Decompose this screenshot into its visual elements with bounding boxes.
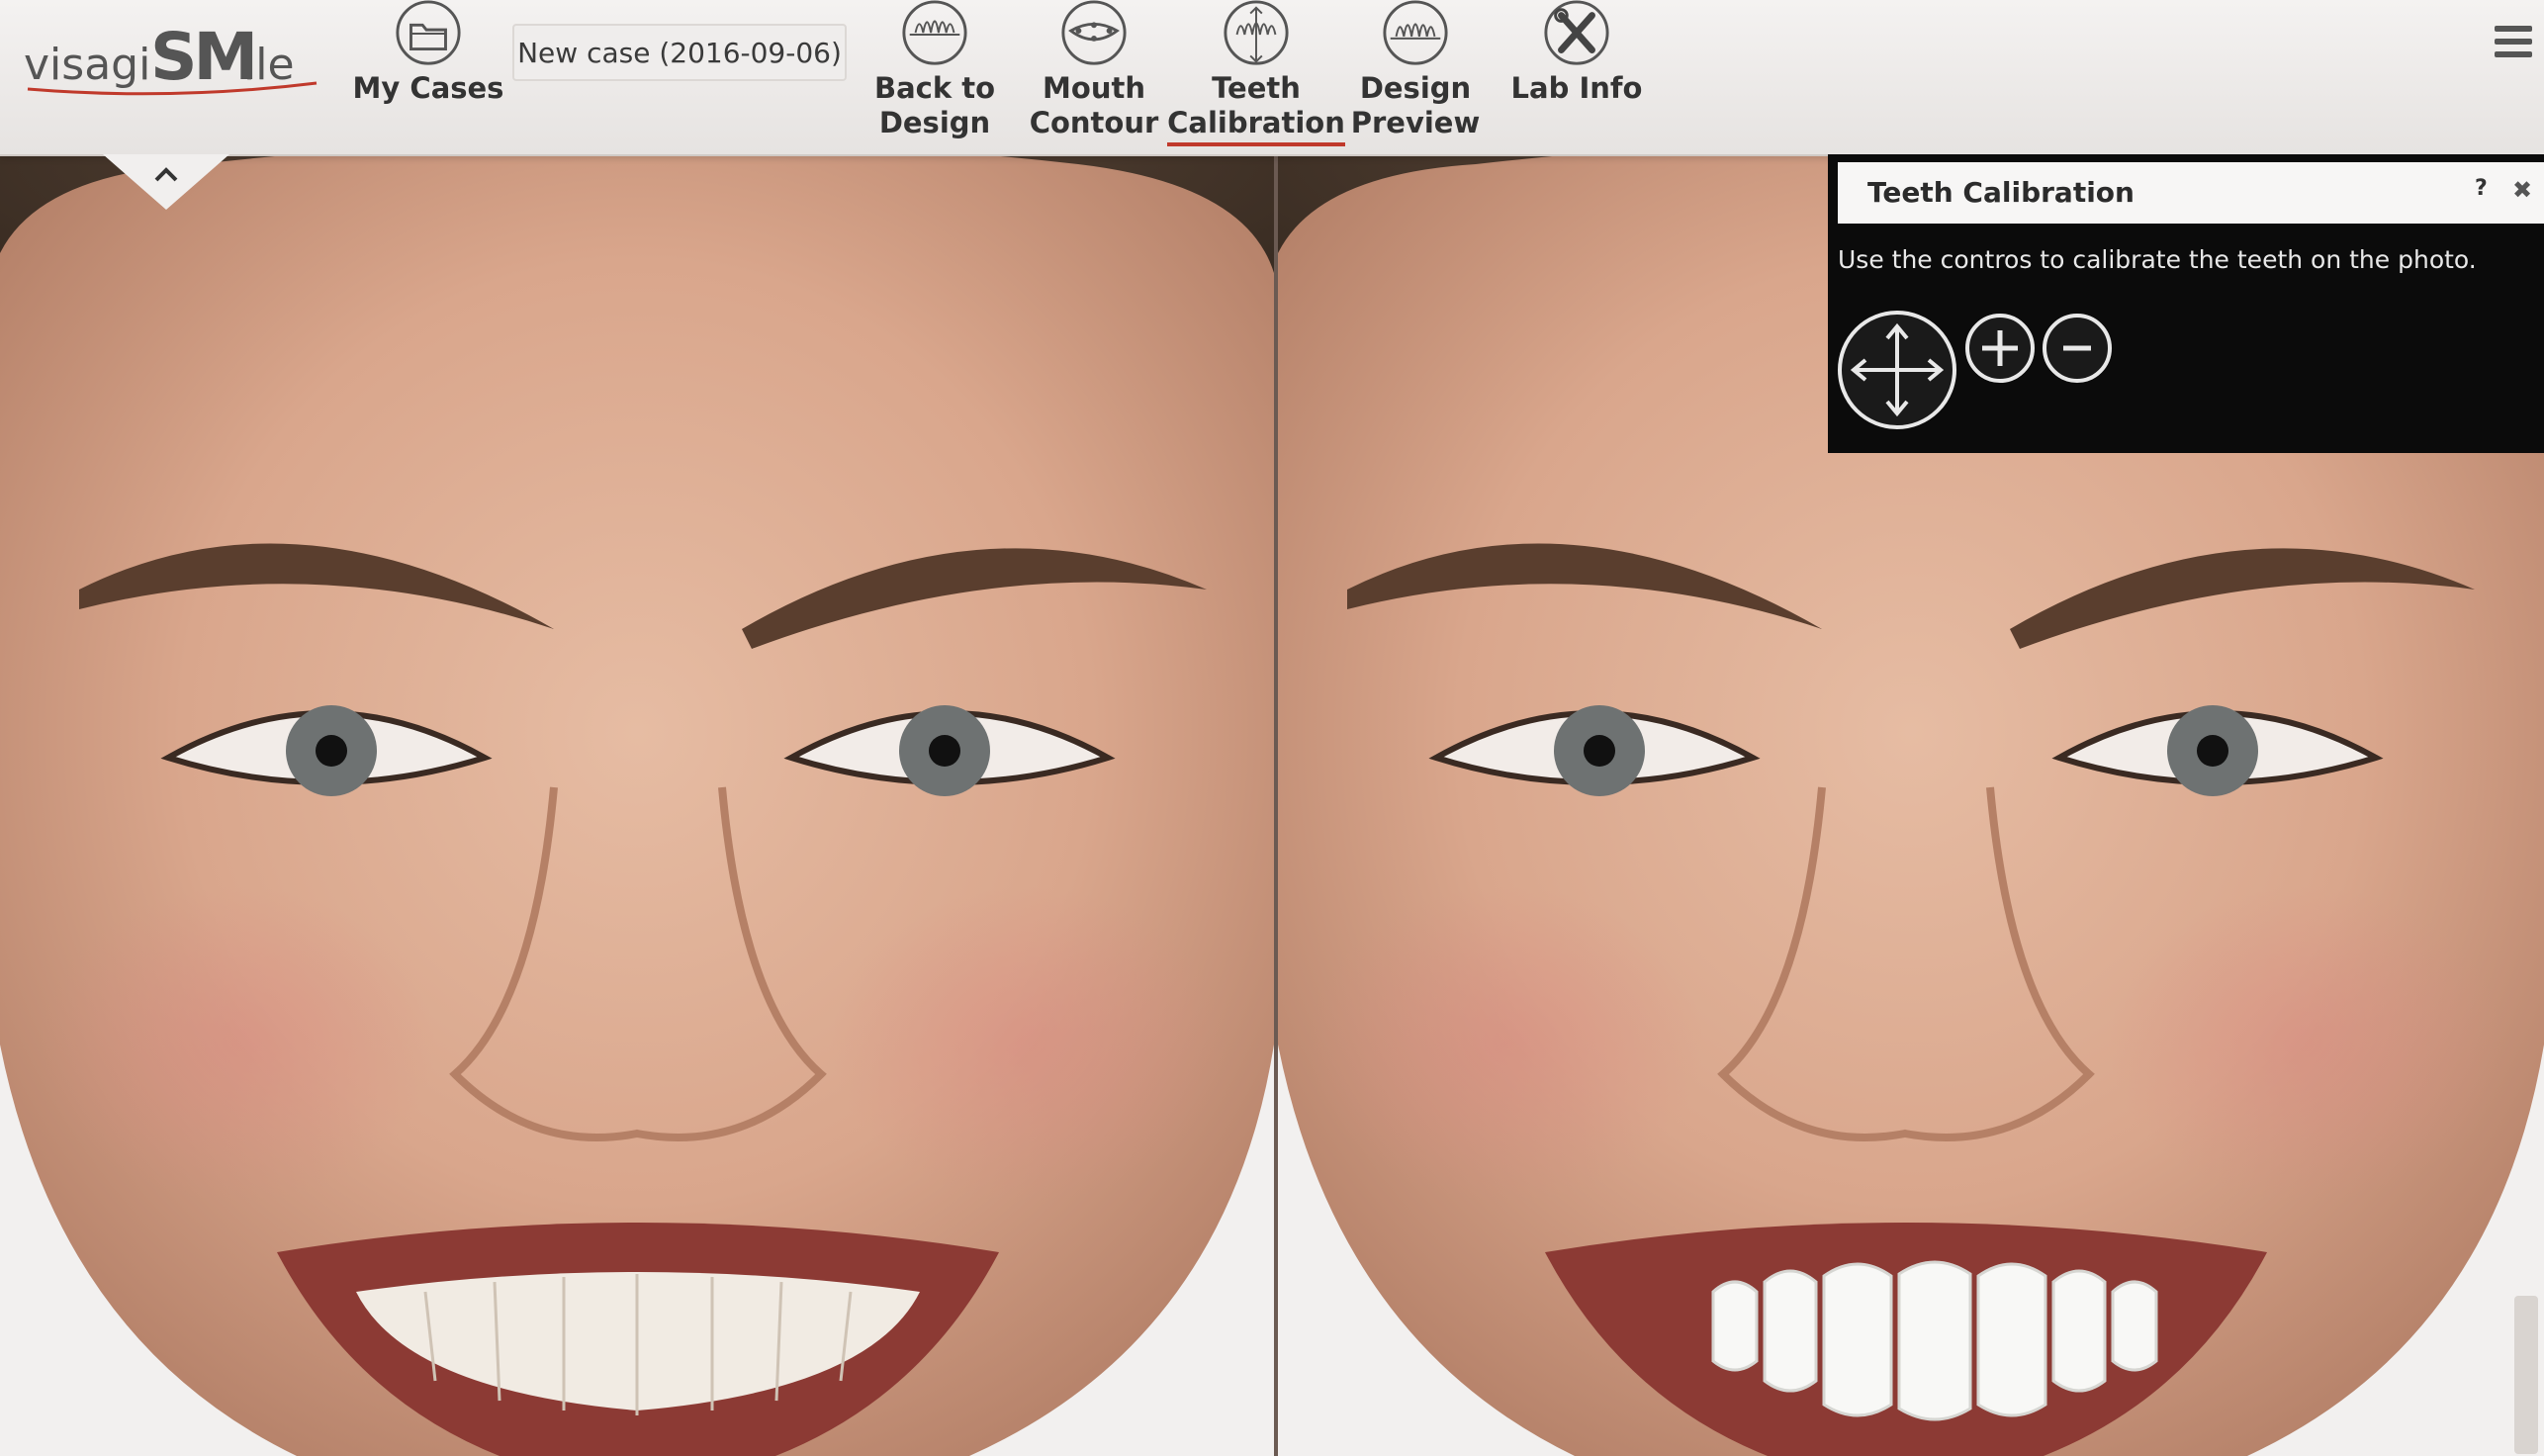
back-to-design-icon — [902, 0, 967, 65]
lab-info-button[interactable]: Lab Info — [1509, 0, 1644, 154]
help-button[interactable]: ? — [2475, 176, 2488, 201]
top-toolbar: visagi SM ile My Cases New case (2016-09… — [0, 0, 2544, 156]
teeth-calibration-label: Teeth Calibration — [1167, 71, 1345, 146]
folder-icon — [396, 0, 461, 65]
panel-title: Teeth Calibration — [1867, 176, 2135, 209]
mouth-contour-label: Mouth Contour — [1029, 71, 1159, 139]
back-to-design-label: Back to Design — [873, 71, 996, 139]
app-logo[interactable]: visagi SM ile — [24, 18, 320, 99]
design-preview-icon — [1383, 0, 1448, 65]
logo-wordmark: visagi SM ile — [24, 19, 318, 96]
zoom-in-icon[interactable] — [1964, 313, 2036, 384]
design-preview-label: Design Preview — [1350, 71, 1481, 139]
face-photo-original — [0, 154, 1274, 1456]
mouth-contour-button[interactable]: Mouth Contour — [1029, 0, 1159, 154]
zoom-out-icon[interactable] — [2042, 313, 2113, 384]
design-preview-button[interactable]: Design Preview — [1351, 0, 1480, 154]
svg-text:SM: SM — [150, 19, 254, 95]
svg-text:visagi: visagi — [24, 40, 150, 90]
mouth-contour-icon — [1061, 0, 1127, 65]
my-cases-label: My Cases — [352, 71, 504, 105]
case-name-field[interactable]: New case (2016-09-06) — [512, 24, 847, 81]
app-window: visagi SM ile My Cases New case (2016-09… — [0, 0, 2544, 1456]
close-button[interactable]: ✖ — [2512, 176, 2532, 204]
calibration-instructions: Use the contros to calibrate the teeth o… — [1838, 245, 2477, 274]
back-to-design-button[interactable]: Back to Design — [870, 0, 999, 154]
teeth-calibration-icon — [1224, 0, 1289, 65]
teeth-calibration-button[interactable]: Teeth Calibration — [1167, 0, 1345, 154]
menu-icon[interactable] — [2495, 26, 2532, 65]
original-photo[interactable] — [0, 154, 1274, 1456]
tools-icon — [1544, 0, 1609, 65]
collapse-toolbar-icon[interactable] — [103, 154, 229, 210]
teeth-calibration-panel: Teeth Calibration ? ✖ Use the contros to… — [1828, 154, 2544, 453]
svg-text:ile: ile — [243, 40, 295, 90]
my-cases-button[interactable]: My Cases — [353, 0, 503, 154]
teeth-calibration-header: Teeth Calibration ? ✖ — [1838, 162, 2544, 224]
move-icon[interactable] — [1836, 309, 1958, 431]
lab-info-label: Lab Info — [1510, 71, 1643, 105]
vertical-scrollbar[interactable] — [2514, 1296, 2538, 1454]
